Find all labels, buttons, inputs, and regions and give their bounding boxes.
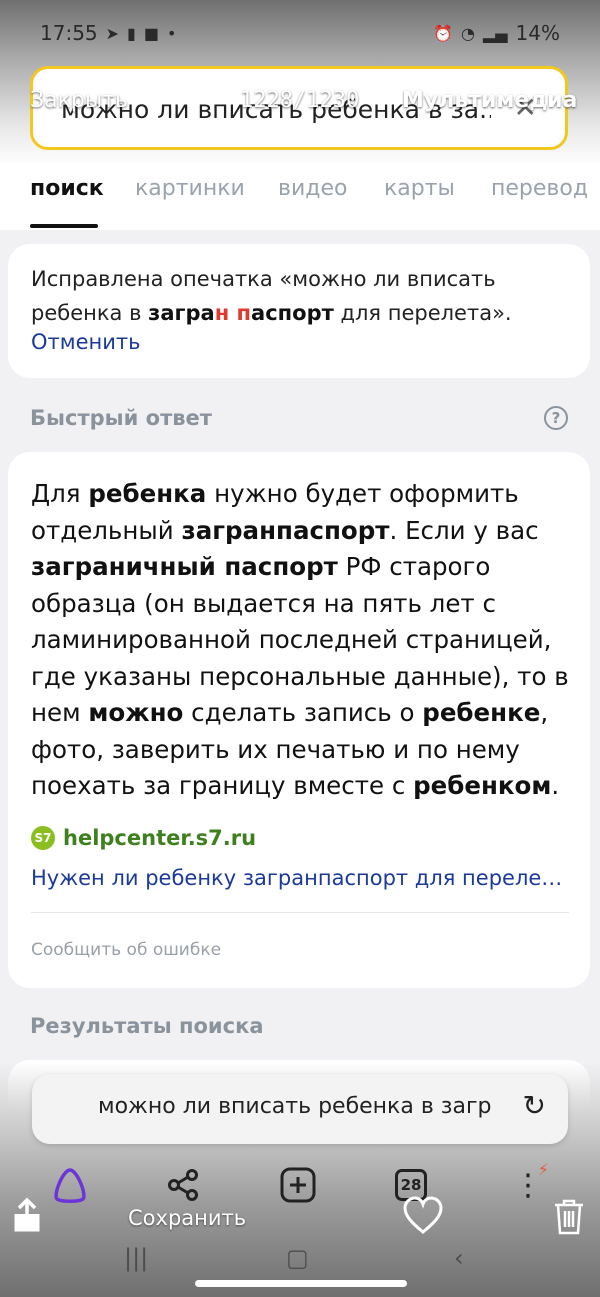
battery-level: 14% <box>515 21 560 45</box>
system-nav-bar: ||| ▢ ‹ <box>0 1244 600 1278</box>
typo-bold-1: загра <box>148 301 215 325</box>
results-title: Результаты поиска <box>30 1014 264 1038</box>
typo-fix-2: п <box>236 301 252 325</box>
recent-apps-icon[interactable]: ||| <box>124 1244 148 1272</box>
help-icon[interactable]: ? <box>544 406 568 430</box>
tab-video[interactable]: видео <box>278 176 347 201</box>
share-up-icon[interactable] <box>10 1196 44 1240</box>
active-tab-indicator <box>30 224 98 228</box>
back-icon[interactable]: ‹ <box>454 1244 464 1272</box>
tab-maps[interactable]: карты <box>384 176 455 201</box>
story-overlay-bar: Закрыть 1228/1230 Мультимедиа <box>0 82 600 122</box>
signal-icon: ▂▄ <box>482 23 508 43</box>
search-tabs: поиск картинки видео карты перевод <box>30 168 600 228</box>
s7-logo-icon: S7 <box>31 826 55 850</box>
bottom-search-bar[interactable]: можно ли вписать ребенка в загр ↻ <box>32 1074 568 1144</box>
share-icon[interactable] <box>158 1160 208 1210</box>
story-counter: 1228/1230 <box>240 88 360 113</box>
source-domain[interactable]: helpcenter.s7.ru <box>63 826 256 850</box>
telegram-icon: ➤ <box>105 23 120 43</box>
answer-highlight: ребенком <box>413 771 552 800</box>
browser-toolbar: 28 ⋮ ⚡ <box>0 1160 600 1216</box>
typo-fix-1: н <box>214 301 230 325</box>
trash-icon[interactable] <box>552 1198 586 1240</box>
answer-highlight: заграничный паспорт <box>31 552 338 581</box>
answer-highlight: ребенке <box>422 698 541 727</box>
typo-text-after: для перелета». <box>333 301 512 325</box>
source-row[interactable]: S7 helpcenter.s7.ru <box>31 826 256 850</box>
answer-fragment: Для <box>31 479 89 508</box>
typo-space <box>229 301 236 325</box>
answer-highlight: загранпаспорт <box>181 515 390 545</box>
answer-fragment: . Если у вас <box>389 515 539 545</box>
alarm-icon: ⏰ <box>433 23 453 43</box>
reload-icon[interactable]: ↻ <box>523 1089 546 1122</box>
tab-translate[interactable]: перевод <box>491 176 588 201</box>
tab-images[interactable]: картинки <box>135 176 245 201</box>
status-bar: 17:55 ➤ ▮ ■ • ⏰ ◔ ▂▄ 14% <box>40 18 560 48</box>
new-tab-icon[interactable] <box>273 1160 323 1210</box>
alice-icon[interactable] <box>45 1160 95 1210</box>
report-error-link[interactable]: Сообщить об ошибке <box>31 940 221 960</box>
quick-answer-title: Быстрый ответ <box>30 406 212 430</box>
bolt-icon: ⚡ <box>537 1160 549 1179</box>
typo-correction-text: Исправлена опечатка «можно ли вписать ре… <box>31 262 571 330</box>
status-time: 17:55 <box>40 21 98 45</box>
save-button[interactable]: Сохранить <box>128 1206 246 1230</box>
home-icon[interactable]: ▢ <box>286 1244 309 1272</box>
answer-highlight: ребенка <box>88 479 207 508</box>
divider <box>31 912 569 913</box>
answer-fragment: сделать запись о <box>183 698 423 727</box>
quick-answer-card: Для ребенка нужно будет оформить отдельн… <box>8 452 590 988</box>
answer-fragment: . <box>551 771 560 800</box>
tab-search[interactable]: поиск <box>30 176 104 201</box>
story-close-button[interactable]: Закрыть <box>30 88 128 113</box>
dot-icon: • <box>166 23 177 43</box>
video-icon: ■ <box>143 23 159 43</box>
heart-icon[interactable] <box>402 1196 444 1240</box>
typo-correction-card: Исправлена опечатка «можно ли вписать ре… <box>8 244 590 378</box>
quick-answer-text: Для ребенка нужно будет оформить отдельн… <box>31 476 579 805</box>
source-title-link[interactable]: Нужен ли ребенку загранпаспорт для перел… <box>31 866 567 890</box>
home-indicator[interactable] <box>195 1280 407 1287</box>
answer-highlight: можно <box>88 698 184 727</box>
more-menu-icon[interactable]: ⋮ ⚡ <box>503 1160 553 1210</box>
battery-saver-icon: ▮ <box>127 23 136 43</box>
wifi-icon: ◔ <box>460 23 475 43</box>
undo-correction-link[interactable]: Отменить <box>31 330 141 354</box>
typo-bold-2: аспорт <box>251 301 334 325</box>
media-button[interactable]: Мультимедиа <box>402 88 577 113</box>
bottom-search-query: можно ли вписать ребенка в загр <box>98 1094 492 1119</box>
